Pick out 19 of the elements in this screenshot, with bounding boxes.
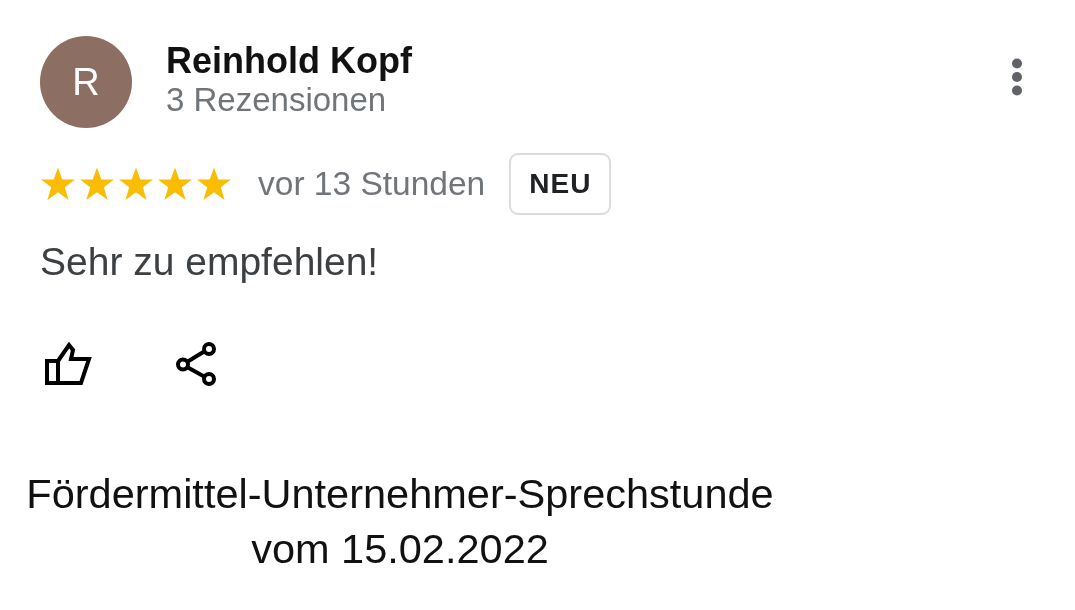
caption-line: Fördermittel-Unternehmer-Sprechstunde [26, 469, 774, 517]
share-button[interactable] [176, 341, 216, 386]
avatar: R [40, 36, 132, 128]
star-icon [79, 166, 115, 202]
thumbs-up-icon [44, 341, 92, 386]
more-options-button[interactable] [1011, 58, 1023, 96]
star-icon [40, 166, 76, 202]
star-icon [118, 166, 154, 202]
caption-line: vom 15.02.2022 [251, 524, 549, 572]
review-time: vor 13 Stunden [258, 163, 486, 204]
new-badge: NEU [509, 153, 612, 215]
like-button[interactable] [44, 341, 92, 386]
review-count: 3 Rezensionen [166, 81, 388, 120]
kebab-menu-icon [1011, 58, 1023, 96]
star-icon [157, 166, 193, 202]
review-text: Sehr zu empfehlen! [40, 239, 380, 285]
star-icon [196, 166, 232, 202]
share-icon [176, 341, 216, 386]
reviewer-name: Reinhold Kopf [166, 40, 412, 83]
